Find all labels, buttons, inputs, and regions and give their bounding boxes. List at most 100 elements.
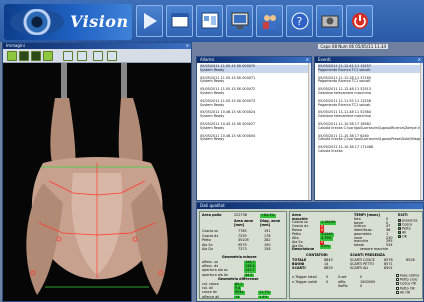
event-row-message: Pagamento Ricerca TC1 salvati: [318, 67, 371, 72]
tool-button-5[interactable]: [63, 51, 73, 61]
logo-text: Vision: [70, 12, 129, 31]
alarms-window-titlebar: Allarmi ✕: [197, 57, 311, 63]
events-window-titlebar: Eventi ✕: [315, 57, 423, 63]
tool-button-1[interactable]: [7, 51, 17, 61]
window-button[interactable]: [166, 5, 193, 37]
trigger-label: n.Trigger validi: [292, 279, 318, 284]
reject-value: 8501: [384, 266, 393, 270]
tool-button-3[interactable]: [31, 51, 41, 61]
event-row-message: Calcola lirecka: [318, 148, 343, 153]
vision-logo: Vision: [4, 4, 132, 40]
users-button[interactable]: [256, 5, 283, 37]
reject-extra: 8528: [406, 258, 415, 262]
window-icon: [171, 13, 189, 28]
option-checkbox[interactable]: Ali OK: [396, 290, 411, 295]
alarm-row[interactable]: 05/05/2011 10.46.15 SK 000004 System Read…: [200, 134, 308, 143]
event-row[interactable]: 05/05/2011 11.12.41 11 15257 Pagamento Ri…: [318, 64, 420, 73]
alarm-row[interactable]: 05/05/2011 10.45.15 SK 000027 System Read…: [200, 122, 308, 131]
outcome-item: OK: [398, 235, 407, 239]
alarm-row[interactable]: 05/05/2011 11.05.15 SK 000073 System Read…: [200, 99, 308, 108]
outcome-indicator-icon: [398, 231, 401, 234]
alarm-row[interactable]: 05/05/2011 11.05.15 SK 000072 System Read…: [200, 87, 308, 96]
event-row-message: Calcola lirecka C:\vorl\pol\Lorranzini\L…: [318, 137, 424, 142]
layout-button[interactable]: [196, 5, 223, 37]
power-icon: [352, 13, 368, 29]
event-row[interactable]: 05/05/2011 11.10.38 17 171488 Calcola lir…: [318, 145, 420, 154]
events-window: Eventi ✕ 05/05/2011 11.12.41 11 15257 Pag…: [314, 56, 424, 201]
event-row-message: Calcola lirecka C:\vorl\pol\Lorranzini\L…: [318, 125, 422, 130]
tool-button-6[interactable]: [77, 51, 87, 61]
zone-area-value: 7373: [238, 247, 247, 252]
event-row[interactable]: 05/05/2011 11.10.38 17 6160 Calcola lirec…: [318, 134, 424, 143]
event-row-message: Gestione telecamere macchina: [318, 90, 371, 95]
alarm-row-message: System Ready: [200, 90, 225, 95]
trigger-param-label: 0offlo: [338, 284, 348, 288]
alarms-window: Allarmi ✕ 05/05/2011 11.05.15 SK 000070 S…: [196, 56, 312, 201]
event-row[interactable]: 05/05/2011 11.11.55 11 13258 Pagamento Ri…: [318, 99, 420, 108]
alarm-row[interactable]: 05/05/2011 11.05.15 SK 000070 System Read…: [200, 64, 308, 73]
quality-data-title: Dati qualitat: [200, 203, 225, 208]
power-button[interactable]: [346, 5, 373, 37]
area-pollo-value: 222736: [234, 213, 247, 217]
zone-diag-header: Diag. zone [mm]: [260, 219, 281, 227]
results-panel: Area macchie Coscia sx 1.16409 Coscia dx 0 R…: [289, 211, 423, 299]
events-window-title: Eventi: [318, 57, 331, 62]
counter-value: 8829: [324, 266, 333, 270]
description-label: Descrizione: [292, 247, 315, 251]
events-list: 05/05/2011 11.12.41 11 15257 Pagamento Ri…: [315, 63, 424, 160]
checkbox-icon: [396, 278, 399, 282]
event-row[interactable]: 05/05/2011 11.12.48 11 52513 Gestione tel…: [318, 87, 420, 96]
event-row[interactable]: 05/05/2011 11.12.28 11 37160 Pagamento Ri…: [318, 76, 420, 85]
quality-data-titlebar: Dati qualitat: [197, 203, 423, 209]
event-row[interactable]: 05/05/2011 11.10.58 17 18582 Calcola lire…: [318, 122, 422, 131]
event-row[interactable]: 05/05/2011 11.11.48 11 52584 Gestione tel…: [318, 111, 420, 119]
area-panel: Area pollo 222736 +64.3% Area zone [mm] …: [199, 211, 287, 300]
alarm-row-message: System Ready: [200, 102, 225, 107]
outcomes-title: ESITI: [398, 213, 408, 217]
image-tools-bar: [3, 49, 191, 63]
outcome-label: OK: [402, 234, 407, 239]
outcome-indicator-icon: [398, 235, 401, 238]
zone-area-header: Area zone [mm]: [234, 219, 254, 227]
option-label: Ali OK: [400, 290, 411, 295]
tool-button-7[interactable]: [93, 51, 103, 61]
spot-value: 2.8%: [320, 244, 331, 249]
outcome-indicator-icon: [398, 219, 401, 222]
help-button[interactable]: ?: [286, 5, 313, 37]
events-scrollbar[interactable]: [420, 63, 423, 200]
alarm-row-message: System Ready: [200, 114, 225, 119]
alarms-list: 05/05/2011 11.05.15 SK 000070 System Read…: [197, 63, 311, 148]
alarm-row[interactable]: 05/05/2011 10.46.15 SK 000024 System Read…: [200, 111, 308, 119]
area-pollo-pct: +64.3%: [260, 213, 276, 218]
event-row-message: Pagamento Ricerca TC1 salvati: [318, 79, 371, 84]
zone-label: Ala Dx: [202, 247, 214, 252]
main-toolbar: Vision ?: [0, 0, 424, 42]
quality-data-window: Dati qualitat Area pollo 222736 +64.3% A…: [196, 202, 424, 302]
camera-button[interactable]: [316, 5, 343, 37]
status-line: Capo 08 Num 06 05/05/11 11.34: [318, 44, 388, 49]
tool-button-2[interactable]: [19, 51, 29, 61]
alarm-row-message: System Ready: [200, 125, 225, 130]
event-row-message: Pagamento Ricerca TC1 salvati: [318, 102, 371, 107]
play-button[interactable]: [136, 5, 163, 37]
tool-button-4[interactable]: [43, 51, 53, 61]
alarm-row[interactable]: 05/05/2011 11.05.15 SK 000071 System Read…: [200, 76, 308, 85]
eye-logo-icon: [10, 9, 64, 35]
alarms-scrollbar[interactable]: [308, 63, 311, 200]
trigger-value: 0: [326, 279, 329, 284]
alarm-row-message: System Ready: [200, 67, 225, 72]
tool-button-8[interactable]: [107, 51, 117, 61]
difference-pct: 1.4%: [258, 294, 269, 300]
event-row-message: Gestione telecamere macchina: [318, 114, 371, 119]
stats-button[interactable]: [226, 5, 253, 37]
images-window-title: Immagini: [6, 43, 25, 48]
chicken-image: [3, 63, 191, 301]
users-icon: [263, 15, 277, 29]
area-pollo-label: Area pollo: [202, 213, 222, 217]
checkbox-icon: [396, 282, 399, 286]
layout-icon: [201, 12, 219, 29]
help-icon: ?: [291, 12, 309, 30]
trigger-param-value: 0: [360, 284, 363, 288]
svg-text:?: ?: [297, 15, 303, 28]
images-window: Immagini ✕: [2, 42, 192, 302]
